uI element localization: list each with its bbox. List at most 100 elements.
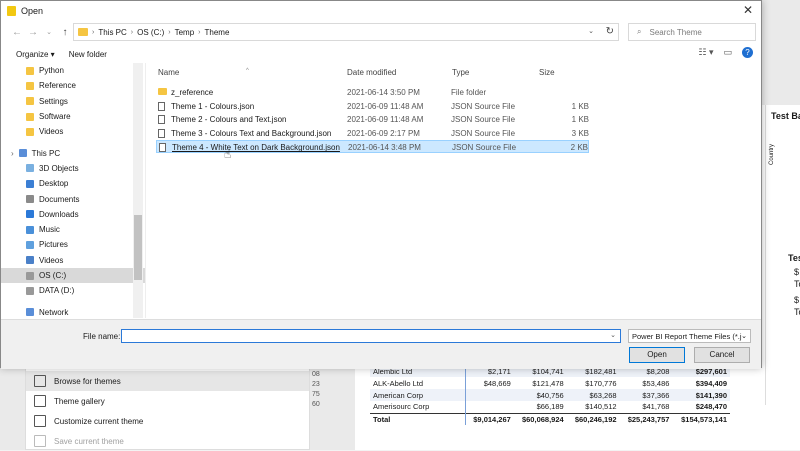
- breadcrumb-os-c[interactable]: OS (C:): [137, 28, 164, 37]
- sidebar-item-this-pc[interactable]: › This PC: [1, 145, 145, 160]
- file-icon: [158, 128, 165, 138]
- menu-side-numbers: 08 23 75 60: [312, 371, 320, 408]
- table-cell: $394,409: [695, 378, 727, 388]
- scroll-thumb[interactable]: [134, 215, 142, 280]
- search-placeholder: Search Theme: [649, 27, 702, 37]
- file-name: Theme 1 - Colours.json: [171, 101, 255, 111]
- table-cell: $48,669: [483, 378, 511, 388]
- dialog-title: Open: [21, 6, 44, 16]
- open-button[interactable]: Open: [629, 347, 685, 363]
- sidebar-item-music[interactable]: Music: [1, 222, 145, 237]
- file-row[interactable]: Theme 2 - Colours and Text.json 2021-06-0…: [156, 113, 589, 126]
- file-row[interactable]: Theme 4 - White Text on Dark Background.…: [156, 140, 589, 154]
- sidebar-item-downloads[interactable]: Downloads: [1, 207, 145, 222]
- table-cell: $63,268: [566, 389, 620, 401]
- file-date: 2021-06-14 3:48 PM: [348, 143, 421, 153]
- sidebar-item-documents[interactable]: Documents: [1, 191, 145, 206]
- recent-chevron-icon[interactable]: ⌄: [41, 28, 57, 36]
- folder-icon: [78, 28, 88, 36]
- table-cell: $170,776: [585, 378, 617, 388]
- sidebar-item-reference[interactable]: Reference: [1, 78, 145, 93]
- theme-gallery-item[interactable]: Theme gallery: [26, 391, 309, 411]
- table-cell: [465, 389, 514, 401]
- browse-themes-item[interactable]: Browse for themes: [26, 371, 309, 391]
- sidebar-item-desktop[interactable]: Desktop: [1, 176, 145, 191]
- table-cell: $121,478: [532, 378, 564, 388]
- save-icon: [34, 435, 46, 447]
- table-cell: American Corp: [370, 389, 466, 401]
- sidebar-item-os-c[interactable]: OS (C:): [1, 267, 145, 284]
- preview-pane-icon[interactable]: ▭: [723, 47, 732, 58]
- card-label: To: [794, 307, 800, 317]
- file-type: JSON Source File: [452, 143, 517, 153]
- videos-icon: [26, 256, 34, 265]
- back-arrow-icon[interactable]: ←: [9, 27, 25, 38]
- folder-icon: [26, 66, 34, 75]
- sidebar-item-videos[interactable]: Videos: [1, 124, 145, 139]
- sidebar-item-label: Downloads: [39, 209, 79, 219]
- sidebar-scrollbar[interactable]: [133, 63, 143, 318]
- file-name-input[interactable]: ⌄: [121, 329, 621, 343]
- table-row: Amerisourc Corp $66,189 $140,512 $41,768 $24…: [370, 401, 730, 413]
- file-row[interactable]: Theme 1 - Colours.json 2021-06-09 11:48 A…: [156, 100, 589, 113]
- forward-arrow-icon[interactable]: →: [25, 27, 41, 38]
- view-options-icon[interactable]: ☷ ▾: [698, 47, 713, 58]
- chevron-down-icon[interactable]: ⌄: [610, 331, 616, 339]
- close-icon[interactable]: ✕: [743, 3, 753, 17]
- chevron-right-icon: ›: [168, 28, 171, 36]
- chevron-down-icon[interactable]: ⌄: [588, 27, 594, 35]
- file-type-filter[interactable]: Power BI Report Theme Files (*.j ⌄: [628, 329, 751, 343]
- sidebar-item-label: OS (C:): [39, 271, 67, 280]
- folder-icon: [26, 112, 34, 121]
- file-row[interactable]: z_reference 2021-06-14 3:50 PM File folder: [156, 86, 589, 99]
- column-size[interactable]: Size: [539, 68, 555, 77]
- sidebar-item-label: Documents: [39, 194, 80, 204]
- help-icon[interactable]: ?: [742, 47, 753, 58]
- column-type[interactable]: Type: [452, 68, 469, 77]
- sidebar-item-3d-objects[interactable]: 3D Objects: [1, 161, 145, 176]
- table-row: ALK-Abello Ltd $48,669 $121,478 $170,776 $53…: [370, 377, 730, 389]
- card-value: $: [794, 295, 800, 305]
- search-input[interactable]: ⌕ Search Theme: [628, 23, 756, 41]
- sidebar-item-label: Python: [39, 66, 64, 76]
- organize-button[interactable]: Organize ▾: [16, 50, 55, 59]
- customize-theme-item[interactable]: Customize current theme: [26, 411, 309, 431]
- sidebar-item-label: Software: [39, 112, 71, 122]
- file-row[interactable]: Theme 3 - Colours Text and Background.js…: [156, 127, 589, 140]
- breadcrumb-temp[interactable]: Temp: [175, 28, 195, 37]
- refresh-icon[interactable]: ↻: [606, 26, 614, 37]
- sidebar-item-pictures[interactable]: Pictures: [1, 237, 145, 252]
- file-name: Theme 4 - White Text on Dark Background.…: [172, 143, 340, 153]
- sidebar-item-network[interactable]: Network: [1, 304, 145, 318]
- up-arrow-icon[interactable]: ↑: [57, 27, 73, 38]
- breadcrumb-theme[interactable]: Theme: [205, 28, 230, 37]
- chevron-right-icon[interactable]: ›: [11, 149, 14, 158]
- sidebar-item-settings[interactable]: Settings: [1, 94, 145, 109]
- address-bar[interactable]: › This PC › OS (C:) › Temp › Theme ⌄ ↻: [73, 23, 619, 41]
- file-date: 2021-06-09 11:48 AM: [347, 101, 424, 111]
- folder-icon: [26, 81, 34, 90]
- chevron-right-icon: ›: [130, 28, 134, 36]
- sidebar-item-python[interactable]: Python: [1, 63, 145, 78]
- table-cell: $60,246,192: [566, 412, 620, 425]
- file-name-label: File name:: [83, 332, 121, 341]
- axis-label: Country: [769, 143, 775, 165]
- table-cell: Amerisourc Corp: [370, 401, 466, 413]
- sidebar-item-label: DATA (D:): [39, 286, 75, 296]
- sidebar-item-data-d[interactable]: DATA (D:): [1, 283, 145, 298]
- cancel-button[interactable]: Cancel: [694, 347, 750, 363]
- folder-icon: [26, 127, 34, 136]
- sidebar-item-videos[interactable]: Videos: [1, 253, 145, 268]
- breadcrumb-this-pc[interactable]: This PC: [98, 28, 126, 37]
- sidebar-item-software[interactable]: Software: [1, 109, 145, 124]
- save-theme-item: Save current theme: [26, 431, 309, 451]
- cube-icon: [26, 164, 34, 173]
- column-date[interactable]: Date modified: [347, 68, 396, 77]
- sidebar-item-label: Desktop: [39, 179, 69, 189]
- table-cell: ALK-Abello Ltd: [370, 377, 466, 389]
- file-icon: [159, 143, 166, 153]
- column-name[interactable]: Name: [158, 68, 179, 77]
- visual-title-2: Tes: [788, 253, 800, 263]
- new-folder-button[interactable]: New folder: [69, 50, 107, 59]
- navigation-pane: Python Reference Settings Software Videos › Th…: [1, 63, 146, 318]
